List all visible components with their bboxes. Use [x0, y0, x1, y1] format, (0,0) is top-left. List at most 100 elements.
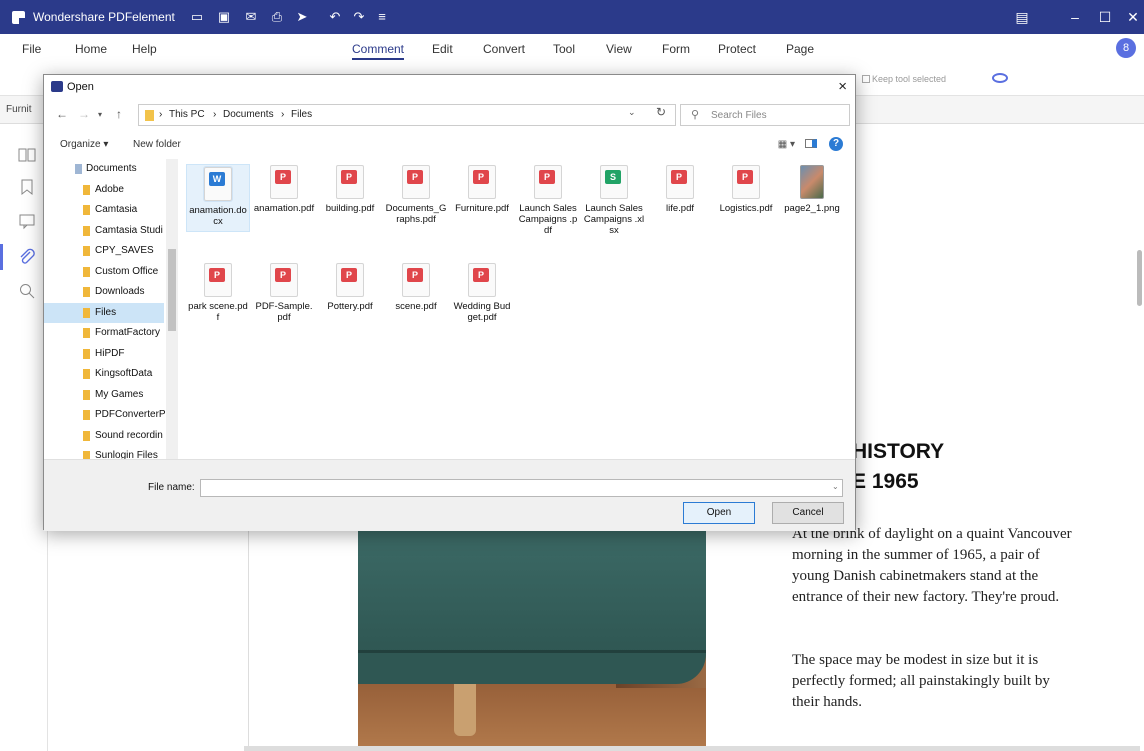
keep-tool-checkbox[interactable]	[862, 75, 870, 83]
file-item[interactable]: page2_1.png	[781, 165, 843, 214]
nav-item-sound-recordin[interactable]: Sound recordin	[95, 426, 163, 446]
dialog-close-button[interactable]: ×	[838, 78, 847, 95]
nav-item-hipdf[interactable]: HiPDF	[95, 344, 124, 364]
file-list: Wanamation.docx Panamation.pdf Pbuilding.p…	[185, 159, 855, 459]
change-view-icon[interactable]: ▦ ▾	[778, 139, 795, 150]
file-item[interactable]: Panamation.pdf	[253, 165, 315, 214]
comment-icon[interactable]	[18, 212, 36, 230]
tab-edit[interactable]: Edit	[432, 42, 453, 56]
tab-view[interactable]: View	[606, 42, 632, 56]
photo-sofa-leg	[454, 683, 476, 736]
file-item[interactable]: P Logistics.pdf	[715, 165, 777, 214]
search-icon[interactable]	[18, 282, 36, 300]
nav-item-kingsoftdata[interactable]: KingsoftData	[95, 364, 152, 384]
save-icon[interactable]: ▣	[215, 8, 233, 26]
preview-pane-icon[interactable]	[805, 139, 817, 148]
feedback-icon[interactable]: ▤	[1010, 7, 1034, 27]
nav-item-pdfconverterp[interactable]: PDFConverterP	[95, 405, 166, 425]
share-icon[interactable]: ➤	[293, 8, 311, 26]
file-item[interactable]: P Furniture.pdf	[451, 165, 513, 214]
address-dropdown-chevron-icon[interactable]: ⌄	[628, 107, 636, 118]
file-name-dropdown-chevron-icon[interactable]: ⌄	[832, 482, 839, 491]
redo-icon[interactable]: ↷	[350, 8, 368, 26]
file-name: Pottery.pdf	[327, 301, 373, 312]
menu-home[interactable]: Home	[75, 42, 107, 56]
file-item[interactable]: P Documents_Graphs.pdf	[385, 165, 447, 225]
search-files-box[interactable]: ⚲ Search Files	[680, 104, 850, 126]
file-name: life.pdf	[666, 203, 694, 214]
document-tab[interactable]: Furnit	[6, 104, 32, 115]
nav-item-camtasia[interactable]: Camtasia	[95, 200, 137, 220]
organize-button[interactable]: Organize ▾	[60, 139, 108, 150]
nav-item-my-games[interactable]: My Games	[95, 385, 143, 405]
tab-comment[interactable]: Comment	[352, 42, 405, 60]
file-item[interactable]: Wanamation.docx	[186, 164, 250, 232]
horizontal-scrollbar[interactable]	[244, 746, 1140, 751]
pdf-file-icon: P	[468, 263, 496, 297]
print-icon[interactable]: ⎙	[268, 8, 286, 26]
nav-item-formatfactory[interactable]: FormatFactory	[95, 323, 160, 343]
nav-item-custom-office[interactable]: Custom Office	[95, 262, 158, 282]
file-item[interactable]: Pbuilding.pdf	[319, 165, 381, 214]
attachment-icon[interactable]	[18, 248, 36, 266]
menu-help[interactable]: Help	[132, 42, 157, 56]
breadcrumb-documents[interactable]: Documents	[223, 109, 274, 120]
menu-file[interactable]: File	[22, 42, 41, 56]
close-icon[interactable]: ✕	[1121, 7, 1144, 27]
vertical-scrollbar[interactable]	[1137, 250, 1142, 306]
nav-item-files[interactable]: Files	[95, 303, 116, 323]
up-arrow-icon[interactable]: ↑	[116, 107, 122, 121]
excel-badge-icon: S	[605, 170, 621, 184]
file-item[interactable]: Pscene.pdf	[385, 263, 447, 312]
nav-item-cpy-saves[interactable]: CPY_SAVES	[95, 241, 154, 261]
nav-item-camtasia-studi[interactable]: Camtasia Studi	[95, 221, 163, 241]
document-paragraph-1: At the brink of daylight on a quaint Van…	[792, 526, 1072, 605]
user-avatar[interactable]: 8	[1116, 38, 1136, 58]
mail-icon[interactable]: ✉	[242, 8, 260, 26]
forward-arrow-icon[interactable]: →	[78, 107, 90, 121]
file-item[interactable]: P Pottery.pdf	[319, 263, 381, 312]
show-annotations-eye-icon[interactable]	[992, 73, 1008, 83]
file-item[interactable]: P Wedding Budget.pdf	[451, 263, 513, 323]
breadcrumb-this-pc[interactable]: This PC	[169, 109, 205, 120]
pdf-badge-icon: P	[737, 170, 753, 184]
undo-icon[interactable]: ↶	[326, 8, 344, 26]
nav-item-adobe[interactable]: Adobe	[95, 180, 124, 200]
folder-icon	[83, 225, 90, 236]
tab-page[interactable]: Page	[786, 42, 814, 56]
cancel-button[interactable]: Cancel	[772, 502, 844, 524]
breadcrumb-files[interactable]: Files	[291, 109, 312, 120]
refresh-icon[interactable]: ↻	[656, 105, 666, 119]
recent-locations-chevron-icon[interactable]: ▾	[98, 110, 102, 119]
back-arrow-icon[interactable]: ←	[56, 107, 68, 121]
word-file-icon: W	[203, 166, 233, 202]
tab-form[interactable]: Form	[662, 42, 690, 56]
nav-item-sunlogin-files[interactable]: Sunlogin Files	[95, 446, 158, 459]
tab-tool[interactable]: Tool	[553, 42, 575, 56]
new-folder-button[interactable]: New folder	[133, 139, 181, 150]
file-item[interactable]: P Launch Sales Campaigns .pdf	[517, 165, 579, 236]
open-button[interactable]: Open	[683, 502, 755, 524]
dialog-title: Open	[67, 81, 94, 93]
bookmark-icon[interactable]	[18, 178, 36, 196]
tab-convert[interactable]: Convert	[483, 42, 525, 56]
navigation-pane: Documents Adobe Camtasia Camtasia Studi CPY_…	[44, 159, 179, 459]
address-bar[interactable]: › This PC › Documents › Files	[138, 104, 676, 126]
minimize-icon[interactable]: –	[1063, 7, 1087, 27]
file-item[interactable]: Plife.pdf	[649, 165, 711, 214]
file-item[interactable]: P PDF-Sample.pdf	[253, 263, 315, 323]
file-item[interactable]: S Launch Sales Campaigns .xlsx	[583, 165, 645, 236]
more-icon[interactable]: ≡	[373, 8, 391, 26]
nav-item-documents[interactable]: Documents	[86, 159, 137, 179]
thumbnails-icon[interactable]	[18, 146, 36, 164]
help-icon[interactable]: ?	[829, 137, 843, 151]
nav-scrollbar-thumb[interactable]	[168, 249, 176, 331]
maximize-icon[interactable]: ☐	[1093, 7, 1117, 27]
file-item[interactable]: Ppark scene.pdf	[187, 263, 249, 323]
file-name-input[interactable]	[200, 479, 843, 497]
breadcrumb-separator-icon: ›	[281, 109, 285, 120]
nav-item-downloads[interactable]: Downloads	[95, 282, 144, 302]
folder-icon	[75, 164, 82, 174]
tab-protect[interactable]: Protect	[718, 42, 756, 56]
folder-open-icon[interactable]: ▭	[188, 8, 206, 26]
